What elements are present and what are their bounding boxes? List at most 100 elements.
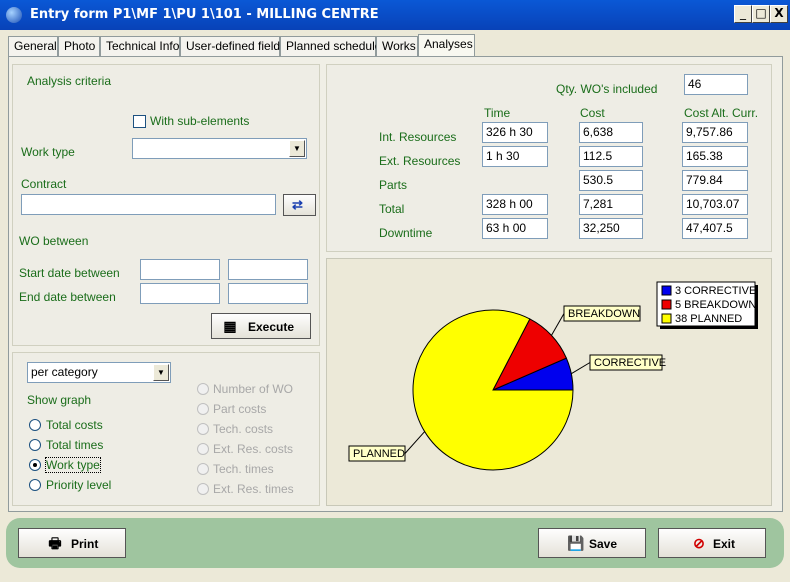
printer-icon: 🖶 bbox=[48, 535, 62, 551]
total-alt-cost: 10,703.07 bbox=[682, 194, 748, 215]
tab-technical-info[interactable]: Technical Info bbox=[100, 36, 180, 56]
work-type-select[interactable]: ▼ bbox=[132, 138, 307, 159]
start-date-to-input[interactable] bbox=[228, 259, 308, 280]
int-resources-alt-cost: 9,757.86 bbox=[682, 122, 748, 143]
print-label: Print bbox=[71, 537, 99, 551]
end-date-label: End date between bbox=[19, 290, 116, 304]
parts-cost: 530.5 bbox=[579, 170, 643, 191]
title-bar: Entry form P1\MF 1\PU 1\101 - MILLING CE… bbox=[0, 0, 790, 30]
legend-entry-breakdown: 5 BREAKDOWN bbox=[675, 299, 756, 311]
ext-resources-time: 1 h 30 bbox=[482, 146, 548, 167]
chevron-down-icon: ▼ bbox=[153, 364, 169, 381]
entry-form-window: Entry form P1\MF 1\PU 1\101 - MILLING CE… bbox=[0, 0, 790, 582]
tab-user-defined-fields[interactable]: User-defined fields bbox=[180, 36, 286, 56]
contract-picker-icon: ⇄ bbox=[292, 197, 303, 212]
exit-icon: ⊘ bbox=[693, 535, 705, 551]
window-title: Entry form P1\MF 1\PU 1\101 - MILLING CE… bbox=[30, 7, 379, 22]
legend-entry-planned: 38 PLANNED bbox=[675, 313, 742, 325]
footer-bar: 🖶 Print 💾 Save ⊘ Exit bbox=[6, 518, 784, 568]
summary-group: Qty. WO's included 46 Time Cost Cost Alt… bbox=[326, 64, 772, 252]
legend-swatch-corrective bbox=[661, 285, 672, 296]
radio-work-type-label: Work type bbox=[45, 457, 101, 473]
chevron-down-icon: ▼ bbox=[289, 140, 305, 157]
category-select[interactable]: per category ▼ bbox=[27, 362, 171, 383]
radio-tech-costs-label: Tech. costs bbox=[213, 422, 274, 436]
row-label-parts: Parts bbox=[379, 178, 408, 192]
qty-wo-label: Qty. WO's included bbox=[556, 82, 658, 96]
radio-tech-costs[interactable] bbox=[197, 423, 209, 435]
minimize-button[interactable]: _ bbox=[734, 5, 752, 23]
show-graph-label: Show graph bbox=[27, 393, 92, 407]
end-date-from-input[interactable] bbox=[140, 283, 220, 304]
radio-total-costs[interactable] bbox=[29, 419, 41, 431]
leader-line-planned bbox=[404, 431, 426, 454]
radio-total-times[interactable] bbox=[29, 439, 41, 451]
start-date-label: Start date between bbox=[19, 266, 120, 280]
calculator-icon: ▦ bbox=[223, 318, 237, 334]
radio-part-costs[interactable] bbox=[197, 403, 209, 415]
tab-analyses[interactable]: Analyses bbox=[418, 34, 475, 57]
ext-resources-cost: 112.5 bbox=[579, 146, 643, 167]
pie-chart: CORRECTIVE BREAKDOWN PLANNED 3 CORRECTIVE 5 … bbox=[348, 281, 758, 471]
radio-selected-dot bbox=[33, 463, 37, 467]
slice-label-corrective: CORRECTIVE bbox=[594, 357, 666, 369]
row-label-ext-resources: Ext. Resources bbox=[379, 154, 461, 168]
leader-line-corrective bbox=[571, 362, 591, 375]
int-resources-cost: 6,638 bbox=[579, 122, 643, 143]
save-button[interactable]: 💾 Save bbox=[538, 528, 646, 558]
radio-priority-level-label: Priority level bbox=[46, 478, 112, 492]
total-time: 328 h 00 bbox=[482, 194, 548, 215]
legend-swatch-breakdown bbox=[661, 299, 672, 310]
radio-part-costs-label: Part costs bbox=[213, 402, 267, 416]
header-cost: Cost bbox=[580, 106, 605, 120]
radio-ext-res-costs-label: Ext. Res. costs bbox=[213, 442, 294, 456]
radio-ext-res-costs[interactable] bbox=[197, 443, 209, 455]
category-select-value: per category bbox=[31, 365, 98, 379]
row-label-downtime: Downtime bbox=[379, 226, 433, 240]
radio-number-of-wo[interactable] bbox=[197, 383, 209, 395]
radio-tech-times-label: Tech. times bbox=[213, 462, 274, 476]
contract-input[interactable] bbox=[21, 194, 276, 215]
execute-button[interactable]: ▦ Execute bbox=[211, 313, 311, 339]
slice-label-breakdown: BREAKDOWN bbox=[568, 308, 640, 320]
legend-swatch-planned bbox=[661, 313, 672, 324]
radio-work-type[interactable] bbox=[29, 459, 41, 471]
with-subelements-label: With sub-elements bbox=[150, 114, 250, 128]
graph-options-group: per category ▼ Show graph Total costs To… bbox=[12, 352, 320, 506]
row-label-int-resources: Int. Resources bbox=[379, 130, 457, 144]
tab-works[interactable]: Works bbox=[376, 36, 418, 56]
header-cost-alt: Cost Alt. Curr. bbox=[684, 106, 759, 120]
qty-wo-value: 46 bbox=[684, 74, 748, 95]
contract-picker-button[interactable]: ⇄ bbox=[283, 194, 316, 216]
downtime-cost: 32,250 bbox=[579, 218, 643, 239]
radio-number-of-wo-label: Number of WO bbox=[213, 382, 294, 396]
start-date-from-input[interactable] bbox=[140, 259, 220, 280]
maximize-button[interactable]: □ bbox=[752, 5, 770, 23]
leader-line-breakdown bbox=[551, 313, 565, 336]
close-button[interactable]: X bbox=[770, 5, 788, 23]
execute-label: Execute bbox=[248, 320, 295, 334]
parts-alt-cost: 779.84 bbox=[682, 170, 748, 191]
slice-label-planned: PLANNED bbox=[353, 448, 405, 460]
tab-planned-schedule[interactable]: Planned schedule bbox=[280, 36, 381, 56]
radio-ext-res-times-label: Ext. Res. times bbox=[213, 482, 294, 496]
app-icon bbox=[6, 7, 22, 23]
ext-resources-alt-cost: 165.38 bbox=[682, 146, 748, 167]
radio-total-costs-label: Total costs bbox=[46, 418, 103, 432]
work-type-label: Work type bbox=[21, 145, 75, 159]
end-date-to-input[interactable] bbox=[228, 283, 308, 304]
radio-ext-res-times[interactable] bbox=[197, 483, 209, 495]
tab-general[interactable]: General bbox=[8, 36, 58, 56]
tab-photo[interactable]: Photo bbox=[58, 36, 100, 56]
radio-priority-level[interactable] bbox=[29, 479, 41, 491]
with-subelements-checkbox[interactable] bbox=[133, 115, 146, 128]
save-label: Save bbox=[589, 537, 618, 551]
exit-label: Exit bbox=[713, 537, 736, 551]
contract-label: Contract bbox=[21, 177, 67, 191]
radio-tech-times[interactable] bbox=[197, 463, 209, 475]
print-button[interactable]: 🖶 Print bbox=[18, 528, 126, 558]
exit-button[interactable]: ⊘ Exit bbox=[658, 528, 766, 558]
int-resources-time: 326 h 30 bbox=[482, 122, 548, 143]
save-icon: 💾 bbox=[567, 535, 585, 551]
header-time: Time bbox=[484, 106, 511, 120]
